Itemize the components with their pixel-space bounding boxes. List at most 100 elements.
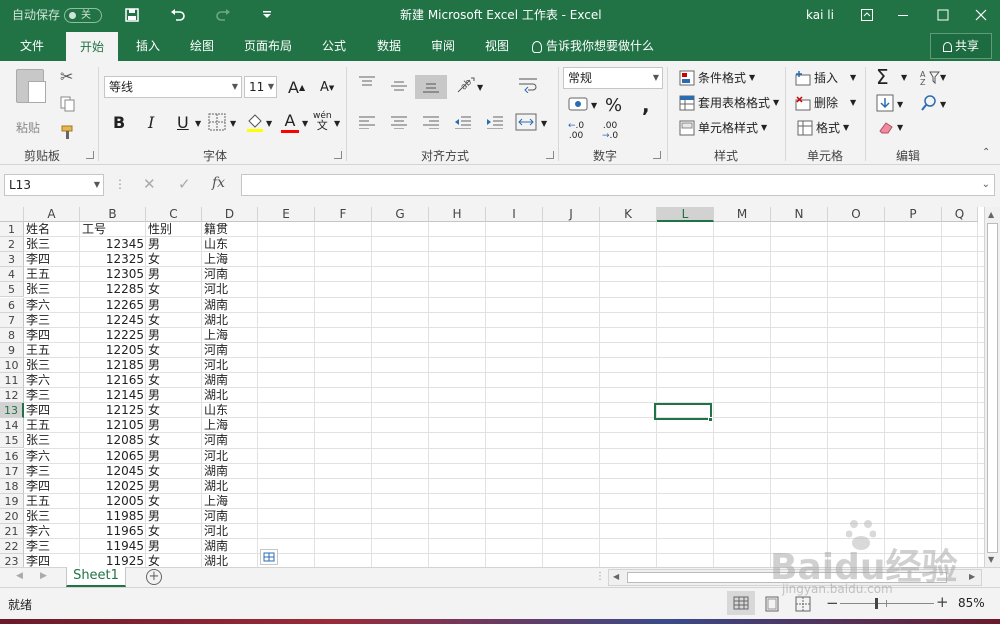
maximize-icon[interactable] (936, 8, 950, 22)
comma-style-button[interactable]: , (642, 93, 650, 117)
cell-a14[interactable]: 王五 (26, 418, 78, 433)
cell-c16[interactable]: 男 (148, 449, 200, 464)
grow-font-button[interactable]: A ▲ (288, 78, 305, 97)
clear-dropdown-icon[interactable]: ▼ (897, 123, 903, 132)
cell-a21[interactable]: 李六 (26, 524, 78, 539)
accounting-dropdown-icon[interactable]: ▼ (591, 101, 597, 110)
cell-c4[interactable]: 男 (148, 267, 200, 282)
cell-a15[interactable]: 张三 (26, 433, 78, 448)
cell-b15[interactable]: 12085 (82, 433, 144, 448)
column-header-n[interactable]: N (771, 207, 828, 222)
row-header-17[interactable]: 17 (0, 463, 24, 479)
row-header-3[interactable]: 3 (0, 252, 24, 268)
cell-d12[interactable]: 湖北 (204, 388, 256, 403)
number-launcher-icon[interactable] (653, 151, 661, 159)
column-header-l[interactable]: L (657, 207, 714, 222)
column-header-e[interactable]: E (258, 207, 315, 222)
zoom-slider-thumb[interactable] (875, 598, 878, 609)
cell-c20[interactable]: 男 (148, 509, 200, 524)
align-right-icon[interactable] (421, 115, 441, 129)
cell-d5[interactable]: 河北 (204, 282, 256, 297)
borders-icon[interactable] (208, 113, 226, 131)
row-header-16[interactable]: 16 (0, 448, 24, 464)
cell-c10[interactable]: 男 (148, 358, 200, 373)
cell-c17[interactable]: 女 (148, 464, 200, 479)
cell-c23[interactable]: 女 (148, 554, 200, 567)
cell-c6[interactable]: 男 (148, 298, 200, 313)
cell-b10[interactable]: 12185 (82, 358, 144, 373)
scroll-down-icon[interactable]: ▼ (988, 555, 994, 564)
cell-d11[interactable]: 湖南 (204, 373, 256, 388)
cell-b11[interactable]: 12165 (82, 373, 144, 388)
cell-d21[interactable]: 河北 (204, 524, 256, 539)
cut-icon[interactable]: ✂ (60, 67, 78, 86)
row-header-7[interactable]: 7 (0, 312, 24, 328)
row-header-20[interactable]: 20 (0, 508, 24, 524)
row-header-8[interactable]: 8 (0, 327, 24, 343)
row-header-19[interactable]: 19 (0, 493, 24, 509)
column-header-g[interactable]: G (372, 207, 429, 222)
cell-a23[interactable]: 李四 (26, 554, 78, 567)
cell-a17[interactable]: 李三 (26, 464, 78, 479)
undo-icon[interactable] (170, 7, 186, 23)
row-header-22[interactable]: 22 (0, 539, 24, 555)
tab-view[interactable]: 视图 (471, 31, 523, 61)
page-layout-view-icon[interactable] (764, 596, 780, 615)
tab-insert[interactable]: 插入 (122, 31, 174, 61)
page-break-view-icon[interactable] (795, 596, 811, 615)
cell-d7[interactable]: 湖北 (204, 313, 256, 328)
column-header-p[interactable]: P (885, 207, 942, 222)
cancel-entry-icon[interactable]: ✕ (143, 175, 156, 193)
cell-a22[interactable]: 李三 (26, 539, 78, 554)
autosum-dropdown-icon[interactable]: ▼ (901, 73, 907, 82)
zoom-out-icon[interactable]: − (826, 594, 839, 612)
font-color-button[interactable]: A (281, 111, 299, 133)
font-launcher-icon[interactable] (334, 151, 342, 159)
cell-a13[interactable]: 李四 (26, 403, 78, 418)
horizontal-scrollbar[interactable]: ◀ ▶ (608, 569, 982, 586)
tab-draw[interactable]: 绘图 (176, 31, 228, 61)
row-header-6[interactable]: 6 (0, 297, 24, 313)
column-header-o[interactable]: O (828, 207, 885, 222)
more-options-icon[interactable]: ⋮ (114, 177, 126, 191)
tab-file[interactable]: 文件 (6, 31, 58, 61)
quick-analysis-icon[interactable] (260, 549, 278, 565)
cell-b14[interactable]: 12105 (82, 418, 144, 433)
tab-data[interactable]: 数据 (363, 31, 415, 61)
autosum-icon[interactable]: Σ (876, 65, 889, 89)
cell-b16[interactable]: 12065 (82, 449, 144, 464)
cell-c7[interactable]: 女 (148, 313, 200, 328)
cell-c1[interactable]: 性别 (148, 222, 200, 237)
insert-cells-button[interactable]: 插入 ▼ (795, 69, 856, 86)
scroll-thumb[interactable] (987, 223, 998, 553)
prev-sheet-icon[interactable]: ◀ (16, 571, 23, 581)
row-header-9[interactable]: 9 (0, 342, 24, 358)
cell-a12[interactable]: 李三 (26, 388, 78, 403)
cell-d1[interactable]: 籍贯 (204, 222, 256, 237)
column-header-c[interactable]: C (146, 207, 202, 222)
cell-d16[interactable]: 河北 (204, 449, 256, 464)
cell-d18[interactable]: 湖北 (204, 479, 256, 494)
confirm-entry-icon[interactable]: ✓ (178, 175, 191, 193)
row-header-10[interactable]: 10 (0, 357, 24, 373)
cell-b17[interactable]: 12045 (82, 464, 144, 479)
delete-cells-button[interactable]: 删除 ▼ (795, 94, 856, 111)
splitter-icon[interactable]: ⋮ (595, 571, 605, 582)
cell-d20[interactable]: 河南 (204, 509, 256, 524)
next-sheet-icon[interactable]: ▶ (40, 571, 47, 581)
column-header-a[interactable]: A (24, 207, 80, 222)
cell-a18[interactable]: 李四 (26, 479, 78, 494)
scroll-up-icon[interactable]: ▲ (988, 210, 994, 219)
phonetic-dropdown-icon[interactable]: ▼ (334, 119, 340, 128)
cell-d17[interactable]: 湖南 (204, 464, 256, 479)
new-sheet-icon[interactable]: + (146, 569, 162, 585)
worksheet-grid[interactable]: ABCDEFGHIJKLMNOPQ 1 2 3 4 5 6 7 8 9 10 11 12 13 14 15 1… (0, 207, 984, 567)
tell-me-box[interactable]: 告诉我你想要做什么 (532, 31, 654, 61)
italic-button[interactable]: I (148, 113, 154, 132)
expand-formula-icon[interactable]: ⌄ (982, 175, 990, 195)
customize-toolbar-icon[interactable] (262, 9, 272, 21)
row-header-2[interactable]: 2 (0, 237, 24, 253)
cell-a16[interactable]: 李六 (26, 449, 78, 464)
cell-a6[interactable]: 李六 (26, 298, 78, 313)
name-box[interactable]: L13 ▼ (4, 174, 104, 196)
